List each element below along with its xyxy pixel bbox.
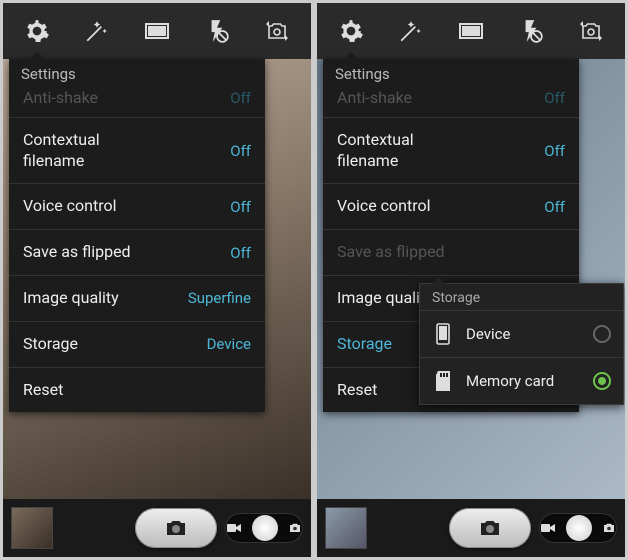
setting-label: Image quality [23, 288, 119, 309]
setting-label: Storage [337, 334, 392, 355]
mode-switch[interactable] [539, 513, 617, 543]
panel-arrow-icon [29, 52, 45, 60]
video-icon [227, 522, 241, 534]
setting-value: Off [544, 142, 565, 160]
shutter-button[interactable] [449, 508, 531, 548]
camera-toolbar [3, 3, 311, 59]
setting-storage[interactable]: Storage Device [9, 322, 265, 368]
setting-label: Voice control [23, 196, 117, 217]
switch-knob [566, 515, 592, 541]
mode-switch[interactable] [225, 513, 303, 543]
setting-label: Save as flipped [23, 242, 131, 263]
setting-anti-shake[interactable]: Anti-shake Off [9, 85, 265, 118]
setting-label: Contextual filename [337, 130, 477, 172]
setting-contextual-filename[interactable]: Contextual filename Off [323, 118, 579, 185]
display-mode-icon[interactable] [455, 15, 487, 47]
setting-save-as-flipped[interactable]: Save as flipped [323, 230, 579, 276]
phone-left: Settings Anti-shake Off Contextual filen… [3, 3, 311, 557]
option-label: Memory card [466, 372, 581, 390]
panel-title: Settings [323, 59, 579, 85]
setting-label: Storage [23, 334, 78, 355]
gear-icon[interactable] [21, 15, 53, 47]
flash-off-icon[interactable] [515, 15, 547, 47]
radio-selected-icon [593, 372, 611, 390]
photo-icon [603, 523, 615, 533]
panel-title: Settings [9, 59, 265, 85]
settings-panel: Settings Anti-shake Off Contextual filen… [9, 59, 265, 412]
camera-icon [479, 519, 501, 537]
panel-arrow-icon [343, 52, 359, 60]
gear-icon[interactable] [335, 15, 367, 47]
setting-anti-shake[interactable]: Anti-shake Off [323, 85, 579, 118]
setting-label: Reset [23, 380, 63, 401]
setting-label: Save as flipped [337, 242, 445, 263]
setting-label: Voice control [337, 196, 431, 217]
camera-bottombar [317, 499, 625, 557]
setting-voice-control[interactable]: Voice control Off [323, 184, 579, 230]
setting-image-quality[interactable]: Image quality Superfine [9, 276, 265, 322]
setting-value: Superfine [188, 289, 251, 307]
setting-value: Off [230, 142, 251, 160]
setting-value: Off [544, 198, 565, 216]
sd-card-icon [432, 368, 454, 394]
setting-label: Anti-shake [23, 88, 98, 109]
setting-voice-control[interactable]: Voice control Off [9, 184, 265, 230]
camera-toolbar [317, 3, 625, 59]
flash-off-icon[interactable] [201, 15, 233, 47]
camera-icon [165, 519, 187, 537]
setting-value: Off [544, 89, 565, 107]
setting-contextual-filename[interactable]: Contextual filename Off [9, 118, 265, 185]
display-mode-icon[interactable] [141, 15, 173, 47]
setting-value: Off [230, 198, 251, 216]
video-icon [541, 522, 555, 534]
popup-title: Storage [420, 284, 623, 310]
gallery-thumbnail[interactable] [325, 507, 367, 549]
switch-camera-icon[interactable] [261, 15, 293, 47]
magic-wand-icon[interactable] [81, 15, 113, 47]
camera-bottombar [3, 499, 311, 557]
shutter-button[interactable] [135, 508, 217, 548]
switch-knob [252, 515, 278, 541]
storage-popup: Storage Device Memory card [419, 283, 624, 405]
switch-camera-icon[interactable] [575, 15, 607, 47]
popup-arrow-icon [432, 277, 446, 284]
setting-label: Anti-shake [337, 88, 412, 109]
setting-label: Contextual filename [23, 130, 163, 172]
option-label: Device [466, 325, 581, 343]
setting-value: Off [230, 244, 251, 262]
radio-unselected-icon [593, 325, 611, 343]
setting-label: Reset [337, 380, 377, 401]
setting-save-as-flipped[interactable]: Save as flipped Off [9, 230, 265, 276]
setting-reset[interactable]: Reset [9, 368, 265, 413]
storage-option-memory-card[interactable]: Memory card [420, 357, 623, 404]
photo-icon [289, 523, 301, 533]
magic-wand-icon[interactable] [395, 15, 427, 47]
gallery-thumbnail[interactable] [11, 507, 53, 549]
phone-right: Settings Anti-shake Off Contextual filen… [317, 3, 625, 557]
setting-value: Off [230, 89, 251, 107]
setting-value: Device [207, 335, 251, 353]
device-icon [432, 321, 454, 347]
storage-option-device[interactable]: Device [420, 310, 623, 357]
